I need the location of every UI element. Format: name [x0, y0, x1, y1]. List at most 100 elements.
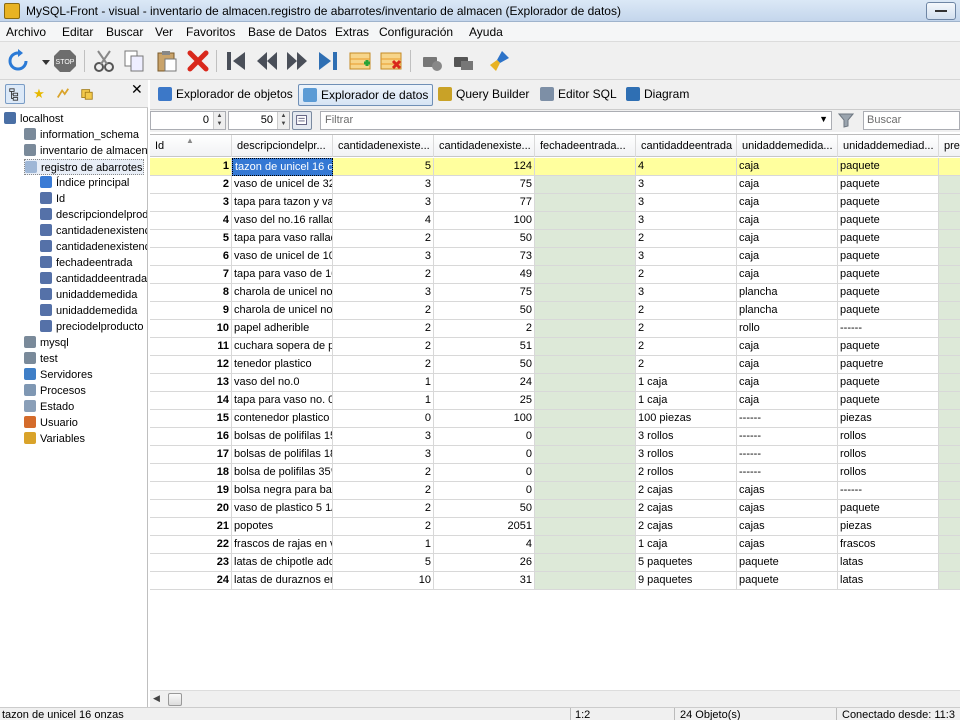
table-cell[interactable]: 2	[333, 302, 434, 320]
table-cell[interactable]	[535, 194, 636, 212]
table-cell[interactable]: caja	[737, 338, 838, 356]
table-cell[interactable]	[535, 572, 636, 590]
table-cell[interactable]: 23	[150, 554, 232, 572]
table-cell[interactable]: bolsas de polifilas 18	[232, 446, 333, 464]
delete-record-icon[interactable]	[379, 49, 403, 73]
table-row[interactable]: 22frascos de rajas en vinagre14 1 cajacaj…	[150, 536, 960, 554]
table-cell[interactable]: 2 cajas	[636, 518, 737, 536]
search-input[interactable]: Buscar	[863, 111, 960, 130]
table-cell[interactable]	[939, 212, 960, 230]
table-cell[interactable]: 10	[333, 572, 434, 590]
table-cell[interactable]: 100 piezas	[636, 410, 737, 428]
table-row[interactable]: 7tapa para vaso de 10 onzas2492cajapaque…	[150, 266, 960, 284]
table-cell[interactable]: caja	[737, 392, 838, 410]
tree-node[interactable]: fechadeentrada	[40, 255, 132, 271]
table-cell[interactable]: caja	[737, 212, 838, 230]
tree-node[interactable]: Variables	[24, 431, 85, 447]
table-cell[interactable]: 49	[434, 266, 535, 284]
table-cell[interactable]	[939, 554, 960, 572]
table-cell[interactable]: 51	[434, 338, 535, 356]
table-cell[interactable]: 3	[333, 428, 434, 446]
table-cell[interactable]: bolsa negra para basura	[232, 482, 333, 500]
table-cell[interactable]: 4	[636, 158, 737, 176]
table-cell[interactable]: paquete	[838, 302, 939, 320]
table-cell[interactable]: caja	[737, 158, 838, 176]
tree-node[interactable]: Índice principal	[40, 175, 129, 191]
table-cell[interactable]	[535, 428, 636, 446]
table-cell[interactable]: 50	[434, 500, 535, 518]
tab-explorador-de-datos[interactable]: Explorador de datos	[298, 84, 434, 106]
table-cell[interactable]: 2	[333, 230, 434, 248]
table-cell[interactable]: caja	[737, 176, 838, 194]
tree-node[interactable]: unidaddemedida	[40, 303, 137, 319]
table-cell[interactable]: latas de chipotle adobado	[232, 554, 333, 572]
table-cell[interactable]: 0	[434, 428, 535, 446]
table-cell[interactable]	[939, 176, 960, 194]
table-cell[interactable]: caja	[737, 248, 838, 266]
refresh-icon[interactable]	[6, 49, 30, 73]
horizontal-scrollbar[interactable]: ◀	[150, 690, 960, 707]
menu-archivo[interactable]: Archivo	[6, 25, 46, 39]
table-cell[interactable]: paquete	[838, 194, 939, 212]
table-cell[interactable]: vaso de plastico 5 1/2	[232, 500, 333, 518]
table-cell[interactable]: 20	[150, 500, 232, 518]
tree-node[interactable]: cantidadenexistencia	[40, 223, 147, 239]
menu-favoritos[interactable]: Favoritos	[186, 25, 235, 39]
table-cell[interactable]: 9 paquetes	[636, 572, 737, 590]
table-row[interactable]: 21 popotes 2 2051 2 cajas cajas piezas	[150, 518, 960, 536]
tab-diagram[interactable]: Diagram	[622, 84, 693, 106]
table-row[interactable]: 20 vaso de plastico 5 1/2 2 50 2 cajas cajas p…	[150, 500, 960, 518]
menu-base-de-datos[interactable]: Base de Datos	[248, 25, 327, 39]
table-cell[interactable]: 1 caja	[636, 374, 737, 392]
table-cell[interactable]: 73	[434, 248, 535, 266]
table-cell[interactable]	[939, 464, 960, 482]
table-cell[interactable]: rollos	[838, 428, 939, 446]
table-cell[interactable]	[535, 464, 636, 482]
table-cell[interactable]: 19	[150, 482, 232, 500]
table-cell[interactable]	[535, 266, 636, 284]
table-cell[interactable]: 12	[150, 356, 232, 374]
menu-buscar[interactable]: Buscar	[106, 25, 143, 39]
paste-icon[interactable]	[155, 49, 179, 73]
table-cell[interactable]	[939, 374, 960, 392]
table-cell[interactable]: 7	[150, 266, 232, 284]
table-cell[interactable]	[939, 230, 960, 248]
table-cell[interactable]: 3	[333, 284, 434, 302]
filter-dropdown-icon[interactable]: ▼	[819, 114, 828, 124]
column-header[interactable]: Id ▲	[150, 135, 232, 157]
tree-node[interactable]: information_schema	[24, 127, 139, 143]
table-cell[interactable]	[939, 392, 960, 410]
table-cell[interactable]: charola de unicel no	[232, 302, 333, 320]
table-row[interactable]: 14 tapa para vaso no. 0 1 25 1 caja caja paque…	[150, 392, 960, 410]
table-cell[interactable]: papel adherible	[232, 320, 333, 338]
table-cell[interactable]: 3	[636, 284, 737, 302]
table-cell[interactable]: paquetre	[838, 356, 939, 374]
table-cell[interactable]	[535, 338, 636, 356]
table-cell[interactable]: 75	[434, 176, 535, 194]
table-cell[interactable]: 50	[434, 230, 535, 248]
table-cell[interactable]: tapa para tazon y vaso	[232, 194, 333, 212]
table-cell[interactable]: 18	[150, 464, 232, 482]
table-cell[interactable]: tenedor plastico	[232, 356, 333, 374]
table-cell[interactable]: frascos	[838, 536, 939, 554]
table-cell[interactable]	[535, 284, 636, 302]
table-cell[interactable]: paquete	[838, 266, 939, 284]
table-cell[interactable]: 1 caja	[636, 536, 737, 554]
table-cell[interactable]	[939, 446, 960, 464]
table-cell[interactable]: 0	[333, 410, 434, 428]
table-cell[interactable]	[939, 518, 960, 536]
table-cell[interactable]: 5	[333, 158, 434, 176]
table-cell[interactable]: 3	[636, 248, 737, 266]
table-cell[interactable]: cuchara sopera de plastico	[232, 338, 333, 356]
table-cell[interactable]: 50	[434, 302, 535, 320]
post-icon[interactable]	[420, 49, 444, 73]
minimize-button[interactable]	[926, 2, 956, 20]
table-cell[interactable]: 2	[636, 320, 737, 338]
table-cell[interactable]	[939, 266, 960, 284]
table-cell[interactable]	[535, 158, 636, 176]
table-cell[interactable]: 8	[150, 284, 232, 302]
cut-icon[interactable]	[92, 49, 116, 73]
table-cell[interactable]: 50	[434, 356, 535, 374]
table-cell[interactable]: vaso del no.0	[232, 374, 333, 392]
table-row[interactable]: 16 bolsas de polifilas 15 3 0 3 rollos ------…	[150, 428, 960, 446]
